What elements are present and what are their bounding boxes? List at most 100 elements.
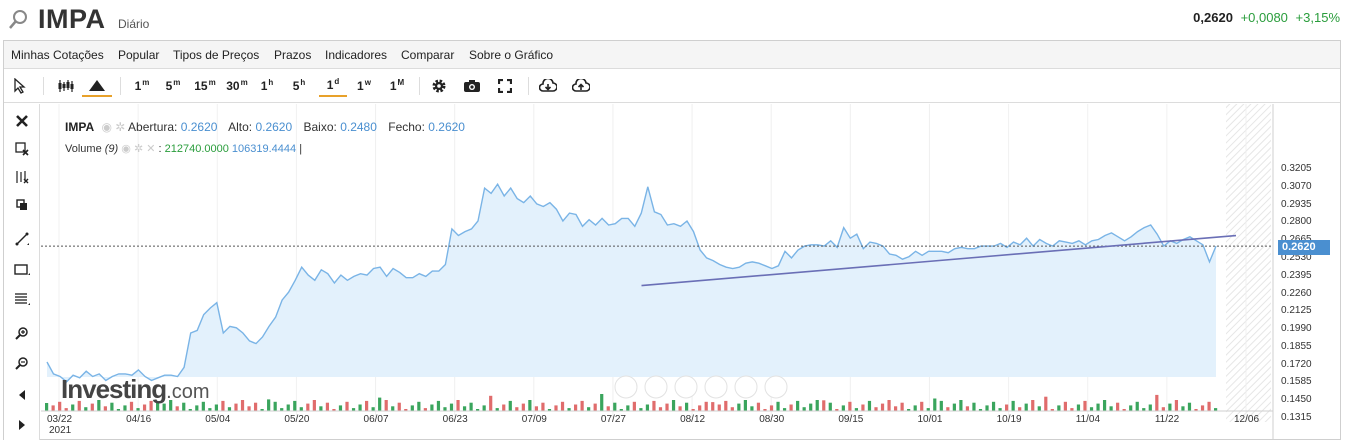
price-chart[interactable]: IMPA ◉ ✲ Abertura: 0.2620 Alto: 0.2620 B…: [41, 104, 1341, 440]
interval-1M[interactable]: 1M: [386, 75, 408, 97]
menu-tipos-de-precos[interactable]: Tipos de Preços: [173, 48, 259, 62]
volume-bar: [534, 406, 539, 411]
download-icon[interactable]: [537, 75, 559, 97]
volume-bar: [345, 401, 349, 411]
volume-bar: [671, 400, 676, 411]
volume-bar: [580, 400, 584, 411]
pattern-icon[interactable]: [10, 166, 34, 188]
gear-icon[interactable]: [428, 75, 450, 97]
interval-30m[interactable]: 30 m: [223, 75, 251, 97]
fullscreen-icon[interactable]: [494, 75, 516, 97]
eye-icon[interactable]: ◉: [121, 143, 131, 155]
volume-bar: [613, 402, 617, 411]
volume-bar: [645, 404, 650, 411]
candles-icon[interactable]: [56, 75, 78, 97]
gear-small-icon[interactable]: ✲: [115, 120, 125, 134]
volume-bar: [1089, 407, 1094, 411]
interval-1m[interactable]: 1m: [130, 75, 154, 97]
volume-bar: [391, 406, 395, 411]
volume-bar: [1057, 405, 1061, 411]
volume-bar: [698, 405, 702, 411]
volume-bar: [750, 406, 754, 411]
volume-bar: [985, 405, 989, 411]
nav-button: [614, 375, 638, 399]
menu-indicadores[interactable]: Indicadores: [325, 48, 387, 62]
menu-popular[interactable]: Popular: [118, 48, 159, 62]
area-chart-icon[interactable]: [82, 75, 112, 97]
chart-frame: Minhas Cotações Popular Tipos de Preços …: [3, 40, 1341, 440]
volume-bar: [221, 400, 225, 411]
upload-icon[interactable]: [570, 75, 592, 97]
close-icon[interactable]: [10, 110, 34, 132]
crosshair-delete-icon[interactable]: [10, 138, 34, 160]
volume-bar: [325, 402, 330, 411]
toolbar-separator: [419, 77, 420, 95]
camera-icon[interactable]: [461, 75, 483, 97]
volume-bar: [946, 407, 950, 411]
copy-icon[interactable]: [10, 194, 34, 216]
x-tick-label: 03/22: [47, 414, 73, 425]
interval-1h[interactable]: 1h: [257, 75, 277, 97]
volume-bar: [841, 405, 845, 411]
volume-bar: [743, 400, 747, 411]
volume-bar: [214, 404, 218, 411]
volume-bar: [1174, 400, 1179, 411]
volume-bar: [1063, 401, 1067, 411]
volume-bar: [685, 402, 689, 411]
volume-bar: [626, 405, 630, 411]
volume-bar: [1109, 406, 1113, 411]
scroll-left-icon[interactable]: [10, 384, 34, 406]
interval-1d[interactable]: 1d: [319, 75, 347, 97]
volume-bar: [880, 403, 885, 411]
zoom-in-icon[interactable]: [10, 322, 34, 344]
volume-bar: [449, 403, 454, 411]
search-icon[interactable]: [8, 9, 30, 36]
volume-bar: [234, 403, 238, 411]
fibonacci-icon[interactable]: [10, 288, 34, 310]
interval-15m[interactable]: 15 m: [192, 75, 218, 97]
volume-bar: [802, 407, 806, 411]
volume-bar: [299, 407, 303, 411]
menu-prazos[interactable]: Prazos: [274, 48, 311, 62]
x-tick-label: 11/04: [1075, 414, 1101, 425]
nav-button: [644, 375, 668, 399]
rectangle-icon[interactable]: [10, 258, 34, 280]
volume-bar: [893, 406, 898, 411]
volume-bar: [541, 402, 545, 411]
trendline-icon[interactable]: [10, 228, 34, 250]
close-small-icon[interactable]: ✕: [146, 143, 155, 155]
interval-5h[interactable]: 5h: [289, 75, 309, 97]
menu-comparar[interactable]: Comparar: [401, 48, 454, 62]
interval-5m[interactable]: 5m: [161, 75, 185, 97]
toolbar-separator: [43, 77, 44, 95]
volume-bar: [1005, 404, 1009, 411]
current-price-tag: 0.2620: [1278, 240, 1330, 255]
open-value: 0.2620: [180, 120, 218, 134]
eye-icon[interactable]: ◉: [101, 120, 111, 134]
x-tick-label: 07/27: [600, 414, 626, 425]
volume-bar: [560, 401, 565, 411]
cursor-icon[interactable]: [12, 75, 28, 97]
volume-bar: [972, 402, 976, 411]
volume-bar: [253, 402, 258, 411]
volume-bar: [1200, 405, 1205, 411]
nav-button: [734, 375, 758, 399]
volume-bar: [1168, 403, 1172, 411]
volume-value: 212740.0000: [164, 143, 229, 155]
volume-bar: [933, 398, 937, 411]
price-change: +0,0080: [1240, 10, 1288, 25]
menu-sobre-o-grafico[interactable]: Sobre o Gráfico: [469, 48, 553, 62]
x-tick-label: 12/06: [1234, 414, 1260, 425]
volume-legend: Volume (9) ◉ ✲ ✕ : 212740.0000 106319.44…: [65, 143, 303, 155]
volume-bar: [84, 407, 88, 411]
toolbar-separator: [528, 77, 529, 95]
zoom-out-icon[interactable]: [10, 352, 34, 374]
volume-bar: [652, 400, 656, 411]
menu-minhas-cotacoes[interactable]: Minhas Cotações: [11, 48, 104, 62]
volume-bar: [593, 403, 597, 411]
interval-1w[interactable]: 1w: [354, 75, 374, 97]
y-tick-label: 0.1585: [1281, 376, 1312, 388]
gear-small-icon[interactable]: ✲: [134, 143, 143, 155]
volume-bar: [436, 400, 441, 411]
scroll-right-icon[interactable]: [10, 414, 34, 436]
